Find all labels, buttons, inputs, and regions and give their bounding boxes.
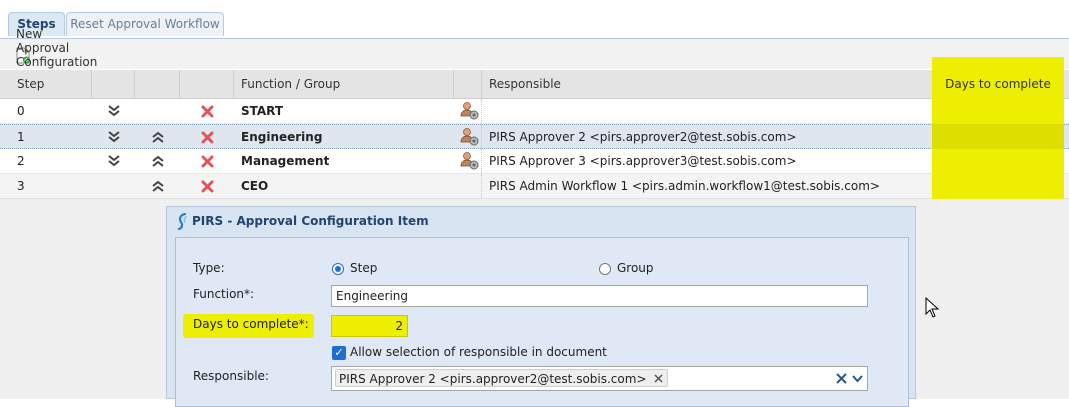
header-days-to-complete[interactable]: Days to complete — [932, 70, 1064, 99]
table-row[interactable]: 0 START — [0, 99, 1069, 124]
delete-icon[interactable] — [201, 155, 214, 168]
function-name: CEO — [241, 179, 269, 193]
pirs-logo-icon — [177, 213, 187, 230]
move-down-icon[interactable] — [107, 104, 121, 118]
toolbar: New Approval Configuration Item — [0, 27, 1069, 83]
function-name: Management — [241, 154, 330, 168]
dialog-form: Type: Step Group Function*: Engineering … — [175, 237, 909, 407]
days-column-selected-row — [932, 124, 1064, 149]
days-to-complete-input[interactable]: 2 — [331, 315, 408, 337]
type-step-radio[interactable] — [332, 263, 344, 275]
new-approval-configuration-item-button[interactable]: New Approval Configuration Item — [16, 27, 97, 83]
move-up-icon[interactable] — [151, 179, 165, 193]
step-number: 0 — [17, 104, 25, 118]
delete-icon[interactable] — [201, 180, 214, 193]
user-settings-icon[interactable] — [460, 101, 479, 120]
responsible-tag-label: PIRS Approver 2 <pirs.approver2@test.sob… — [339, 372, 647, 386]
table-row-selected[interactable]: 1 Engineering PIRS Approver 2 <pirs.appr… — [0, 124, 1069, 149]
step-number: 3 — [17, 179, 25, 193]
header-step[interactable]: Step — [17, 70, 44, 98]
type-group-label[interactable]: Group — [617, 261, 654, 275]
responsible-value: PIRS Approver 2 <pirs.approver2@test.sob… — [489, 130, 797, 144]
user-settings-icon[interactable] — [460, 127, 479, 146]
table-row[interactable]: 3 CEO PIRS Admin Workflow 1 <pirs.admin.… — [0, 174, 1069, 199]
clear-icon[interactable] — [836, 373, 847, 384]
function-name: START — [241, 104, 284, 118]
move-down-icon[interactable] — [107, 154, 121, 168]
type-step-label[interactable]: Step — [350, 261, 377, 275]
dialog-title-bar[interactable]: PIRS - Approval Configuration Item — [167, 207, 915, 235]
type-label: Type: — [193, 261, 225, 275]
move-up-icon[interactable] — [151, 154, 165, 168]
dialog-title: PIRS - Approval Configuration Item — [192, 214, 429, 228]
chevron-down-icon[interactable] — [852, 375, 863, 383]
approval-configuration-dialog: PIRS - Approval Configuration Item Type:… — [166, 206, 916, 407]
header-function-group[interactable]: Function / Group — [241, 70, 340, 98]
tab-bar: Steps Reset Approval Workflow — [0, 0, 1069, 40]
responsible-select[interactable]: PIRS Approver 2 <pirs.approver2@test.sob… — [331, 366, 868, 391]
allow-selection-checkbox[interactable]: ✓ — [332, 346, 346, 360]
responsible-value: PIRS Approver 3 <pirs.approver3@test.sob… — [489, 154, 797, 168]
type-group-radio[interactable] — [599, 263, 611, 275]
responsible-tag: PIRS Approver 2 <pirs.approver2@test.sob… — [335, 369, 668, 387]
header-responsible[interactable]: Responsible — [489, 70, 561, 98]
delete-icon[interactable] — [201, 131, 214, 144]
mouse-cursor-icon — [925, 297, 939, 318]
step-number: 2 — [17, 154, 25, 168]
responsible-label: Responsible: — [193, 369, 269, 383]
function-input[interactable]: Engineering — [331, 285, 868, 307]
user-settings-icon[interactable] — [460, 151, 479, 170]
table-row[interactable]: 2 Management PIRS Approver 3 <pirs.appro… — [0, 149, 1069, 174]
move-down-icon[interactable] — [107, 130, 121, 144]
function-label: Function*: — [193, 287, 255, 301]
remove-tag-icon[interactable] — [653, 374, 663, 383]
delete-icon[interactable] — [201, 105, 214, 118]
function-name: Engineering — [241, 130, 323, 144]
responsible-value: PIRS Admin Workflow 1 <pirs.admin.workfl… — [489, 179, 880, 193]
grid-header: Step Function / Group Responsible — [0, 70, 1069, 99]
days-to-complete-label: Days to complete*: — [193, 317, 309, 331]
step-number: 1 — [17, 130, 25, 144]
allow-selection-label[interactable]: Allow selection of responsible in docume… — [350, 345, 607, 359]
move-up-icon[interactable] — [151, 130, 165, 144]
